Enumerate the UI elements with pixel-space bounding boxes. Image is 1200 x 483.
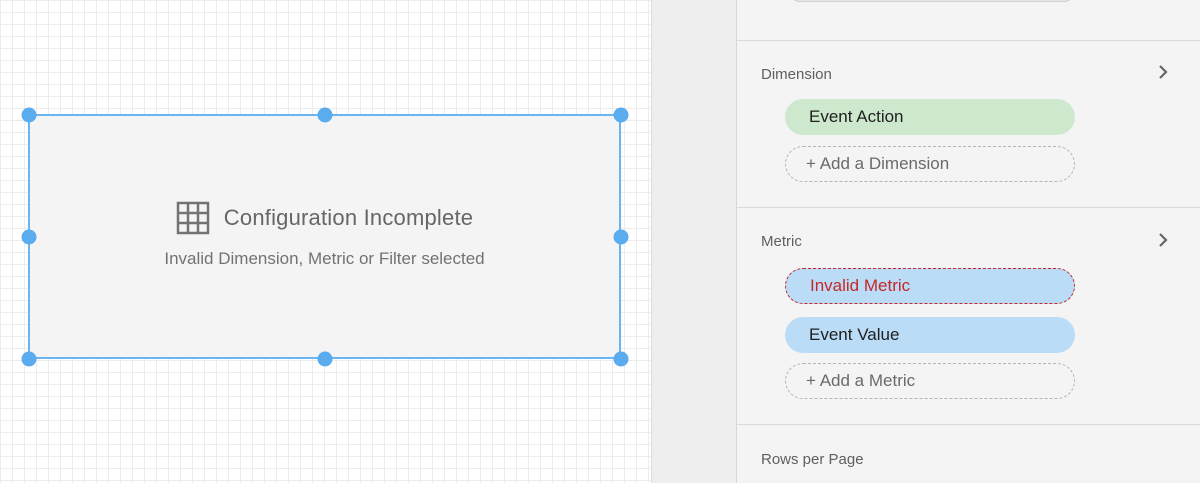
- metric-section-label: Metric: [761, 233, 802, 250]
- section-divider: [737, 40, 1200, 41]
- configuration-message: Configuration Incomplete Invalid Dimensi…: [30, 201, 619, 269]
- table-grid-icon: [176, 201, 210, 235]
- resize-handle-top-right[interactable]: [613, 107, 629, 123]
- chevron-right-icon[interactable]: [1154, 231, 1172, 249]
- resize-handle-left[interactable]: [21, 229, 37, 245]
- metric-chip-invalid-metric[interactable]: Invalid Metric: [785, 268, 1075, 304]
- report-editor: Configuration Incomplete Invalid Dimensi…: [0, 0, 1200, 483]
- configuration-subtitle: Invalid Dimension, Metric or Filter sele…: [164, 249, 485, 268]
- add-dimension-button[interactable]: + Add a Dimension: [785, 146, 1075, 182]
- resize-handle-right[interactable]: [613, 229, 629, 245]
- resize-handle-top[interactable]: [317, 107, 333, 123]
- metric-chip-event-value[interactable]: Event Value: [785, 317, 1075, 353]
- data-source-pill[interactable]: [789, 0, 1075, 2]
- resize-handle-bottom[interactable]: [317, 351, 333, 367]
- add-metric-button[interactable]: + Add a Metric: [785, 363, 1075, 399]
- chevron-right-icon[interactable]: [1154, 63, 1172, 81]
- properties-panel: Dimension Event Action + Add a Dimension…: [736, 0, 1200, 483]
- rows-per-page-label: Rows per Page: [761, 451, 864, 468]
- dimension-section-label: Dimension: [761, 66, 832, 83]
- section-divider: [737, 207, 1200, 208]
- panel-gutter: [651, 0, 736, 483]
- resize-handle-bottom-right[interactable]: [613, 351, 629, 367]
- resize-handle-bottom-left[interactable]: [21, 351, 37, 367]
- section-divider: [737, 424, 1200, 425]
- resize-handle-top-left[interactable]: [21, 107, 37, 123]
- table-chart-component[interactable]: Configuration Incomplete Invalid Dimensi…: [28, 114, 621, 359]
- report-canvas[interactable]: Configuration Incomplete Invalid Dimensi…: [0, 0, 651, 483]
- configuration-title: Configuration Incomplete: [223, 205, 474, 230]
- dimension-chip-event-action[interactable]: Event Action: [785, 99, 1075, 135]
